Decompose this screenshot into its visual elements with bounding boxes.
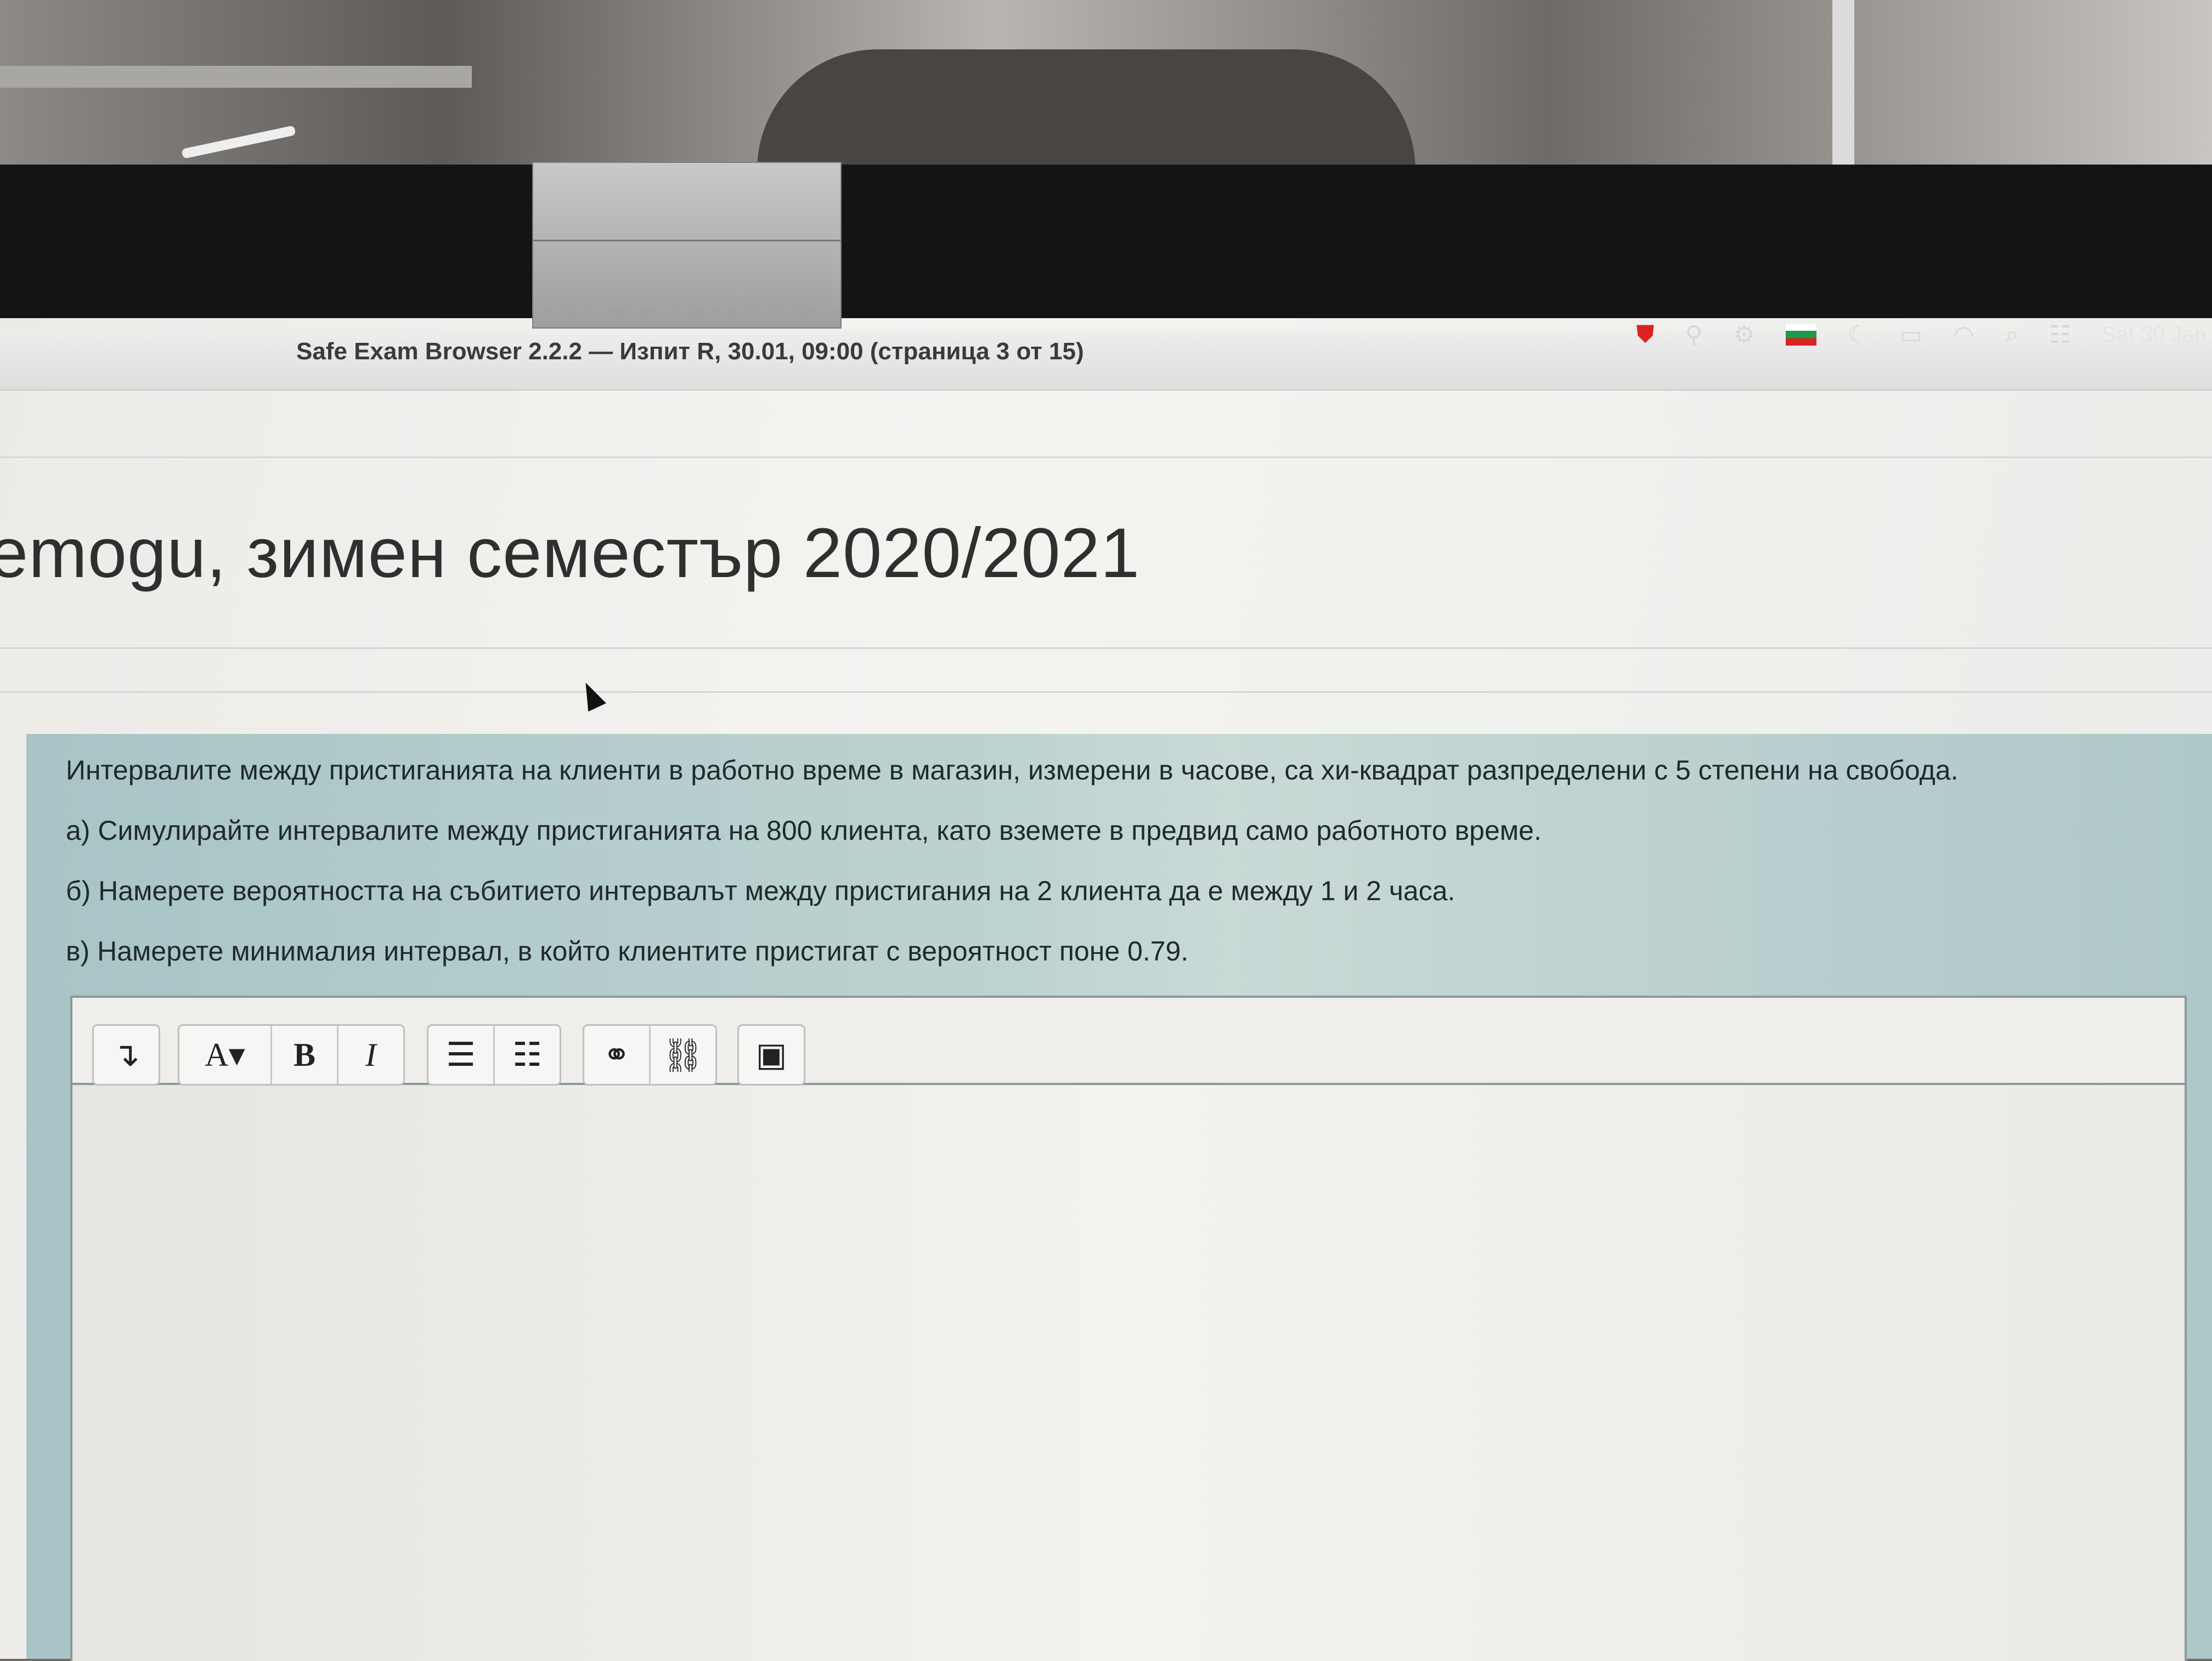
control-center-icon[interactable]: ☷ [2049, 321, 2070, 349]
link-button[interactable]: ⚭ [584, 1026, 651, 1084]
settings-icon[interactable]: ⚙ [1734, 321, 1755, 349]
divider [0, 691, 2212, 693]
editor-toolbar: ↴ A▾ B I ☰ ☷ ⚭ ⛓ ▣ [72, 998, 2185, 1086]
chair [757, 49, 1415, 181]
wifi-icon[interactable]: ◠ [1953, 321, 1974, 349]
question-intro: Интервалите между пристиганията на клиен… [66, 755, 1959, 786]
shelf [0, 66, 472, 88]
bold-button[interactable]: B [272, 1026, 338, 1084]
image-button[interactable]: ▣ [739, 1026, 804, 1084]
webcam-cover [532, 162, 842, 329]
cable [181, 125, 296, 159]
flag-icon[interactable] [1786, 324, 1817, 346]
font-button[interactable]: A▾ [179, 1026, 272, 1084]
moon-icon[interactable]: ☾ [1847, 321, 1869, 349]
antivirus-icon[interactable]: ⛊ [1637, 321, 1655, 348]
question-part-b: б) Намерете вероятността на събитието ин… [66, 875, 1455, 906]
bullet-list-button[interactable]: ☰ [428, 1026, 495, 1084]
divider [0, 647, 2212, 649]
toolbar-group-links: ⚭ ⛓ [583, 1024, 717, 1086]
unlink-button[interactable]: ⛓ [651, 1026, 715, 1084]
toolbar-group-format: A▾ B I [178, 1024, 405, 1086]
spotlight-icon[interactable]: ⌕ [2005, 321, 2019, 348]
numbered-list-button[interactable]: ☷ [495, 1026, 560, 1084]
toolbar-group-media: ▣ [737, 1024, 805, 1086]
post [1832, 0, 1854, 181]
question-part-a: а) Симулирайте интервалите между пристиг… [66, 815, 1542, 846]
page-title: emogu, зимен семестър 2020/2021 [0, 514, 1140, 592]
browser-toolbar [0, 391, 2212, 458]
menu-clock[interactable]: Sat 30 Jan [2102, 323, 2207, 347]
answer-editor: ↴ A▾ B I ☰ ☷ ⚭ ⛓ ▣ [70, 996, 2187, 1661]
answer-text-area[interactable] [72, 1085, 2185, 1661]
collapse-toolbar-button[interactable]: ↴ [94, 1026, 159, 1084]
search-icon[interactable]: ⚲ [1685, 321, 1703, 349]
menu-bar-status: ⛊ ⚲ ⚙ ☾ ▭ ◠ ⌕ ☷ Sat 30 Jan [1493, 304, 2212, 365]
battery-icon[interactable]: ▭ [1900, 321, 1923, 349]
toolbar-group-lists: ☰ ☷ [427, 1024, 561, 1086]
toolbar-group-collapse: ↴ [92, 1024, 160, 1086]
italic-button[interactable]: I [338, 1026, 403, 1084]
question-part-c: в) Намерете минималия интервал, в който … [66, 936, 1189, 967]
window-title: Safe Exam Browser 2.2.2 — Изпит R, 30.01… [296, 338, 1084, 365]
room-background [0, 0, 2212, 181]
question-text: Интервалите между пристиганията на клиен… [66, 754, 2194, 996]
